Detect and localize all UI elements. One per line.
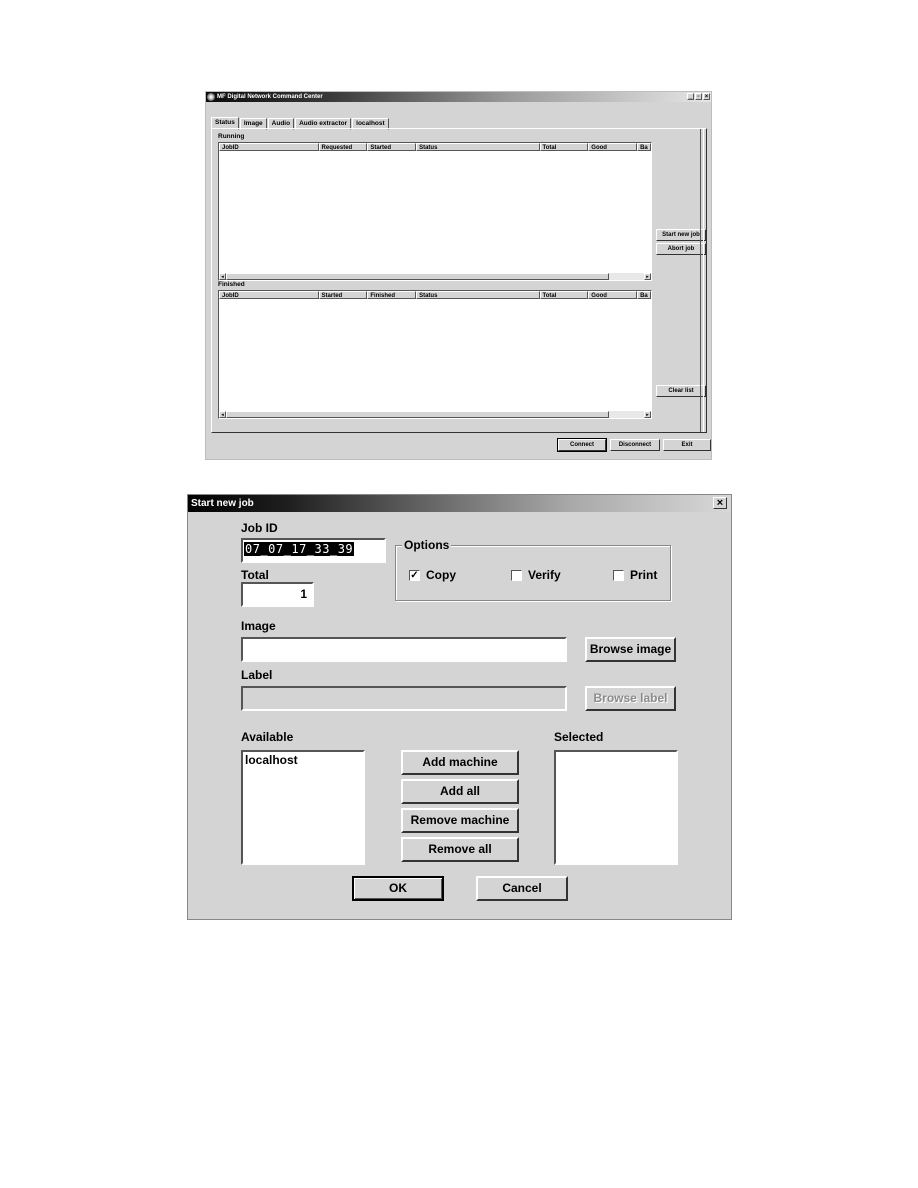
finished-jobs-list[interactable]: JobID Started Finished Status Total Good… <box>218 290 652 419</box>
col-status[interactable]: Status <box>416 291 540 299</box>
list-item[interactable]: localhost <box>243 752 363 768</box>
print-checkbox[interactable]: Print <box>613 568 657 582</box>
job-id-value: 07_07_17_33_39 <box>244 542 355 556</box>
options-label: Options <box>402 538 452 552</box>
start-new-job-dialog: Start new job × Job ID 07_07_17_33_39 To… <box>187 494 732 920</box>
scroll-right-icon[interactable]: ▸ <box>644 273 651 280</box>
connect-button[interactable]: Connect <box>557 438 607 452</box>
col-status[interactable]: Status <box>416 143 540 151</box>
scroll-right-icon[interactable]: ▸ <box>644 411 651 418</box>
copy-label: Copy <box>426 568 456 582</box>
main-window: MF Digital Network Command Center _ ▫ × … <box>205 91 712 460</box>
checkbox-icon <box>613 569 624 581</box>
remove-all-button[interactable]: Remove all <box>401 837 519 862</box>
col-bad[interactable]: Ba <box>637 291 651 299</box>
checkbox-icon <box>511 569 522 581</box>
print-label: Print <box>630 568 658 582</box>
status-tab-panel: Running JobID Requested Started Status T… <box>211 128 707 433</box>
selected-label: Selected <box>554 730 604 744</box>
col-requested[interactable]: Requested <box>318 143 368 151</box>
scroll-thumb[interactable] <box>226 411 609 418</box>
ok-button[interactable]: OK <box>352 876 444 901</box>
copy-checkbox[interactable]: ✓ Copy <box>409 568 456 582</box>
close-icon[interactable]: × <box>703 93 710 100</box>
scroll-left-icon[interactable]: ◂ <box>219 273 226 280</box>
main-title-bar[interactable]: MF Digital Network Command Center _ ▫ × <box>206 92 711 102</box>
label-field-label: Label <box>241 668 273 682</box>
checkmark-icon: ✓ <box>409 569 420 581</box>
label-path-input[interactable] <box>241 686 567 711</box>
dialog-title-bar[interactable]: Start new job × <box>188 495 731 512</box>
verify-label: Verify <box>528 568 561 582</box>
finished-hscrollbar[interactable]: ◂ ▸ <box>219 411 651 418</box>
scroll-thumb[interactable] <box>226 273 609 280</box>
browse-image-button[interactable]: Browse image <box>585 637 676 662</box>
start-new-job-button[interactable]: Start new job <box>656 229 706 241</box>
running-jobs-list[interactable]: JobID Requested Started Status Total Goo… <box>218 142 652 281</box>
browse-label-button[interactable]: Browse label <box>585 686 676 711</box>
col-jobid[interactable]: JobID <box>219 291 319 299</box>
col-started[interactable]: Started <box>367 143 417 151</box>
exit-button[interactable]: Exit <box>663 439 711 451</box>
scroll-left-icon[interactable]: ◂ <box>219 411 226 418</box>
options-group: Options ✓ Copy Verify Print <box>395 538 671 601</box>
selected-machines-list[interactable] <box>554 750 678 865</box>
dialog-title: Start new job <box>191 498 254 509</box>
col-finished[interactable]: Finished <box>367 291 417 299</box>
job-id-label: Job ID <box>241 521 278 535</box>
available-machines-list[interactable]: localhost <box>241 750 365 865</box>
maximize-icon[interactable]: ▫ <box>695 93 702 100</box>
add-all-button[interactable]: Add all <box>401 779 519 804</box>
app-globe-icon <box>207 93 215 101</box>
image-path-input[interactable] <box>241 637 567 662</box>
abort-job-button[interactable]: Abort job <box>656 243 706 255</box>
disconnect-button[interactable]: Disconnect <box>610 439 660 451</box>
clear-list-button[interactable]: Clear list <box>656 385 706 397</box>
col-bad[interactable]: Ba <box>637 143 651 151</box>
main-window-title: MF Digital Network Command Center <box>217 94 323 100</box>
total-label: Total <box>241 568 269 582</box>
col-good[interactable]: Good <box>588 291 638 299</box>
add-machine-button[interactable]: Add machine <box>401 750 519 775</box>
col-started[interactable]: Started <box>318 291 368 299</box>
running-list-header: JobID Requested Started Status Total Goo… <box>219 143 651 151</box>
col-total[interactable]: Total <box>539 291 589 299</box>
minimize-icon[interactable]: _ <box>687 93 694 100</box>
running-label: Running <box>218 133 245 140</box>
col-total[interactable]: Total <box>539 143 589 151</box>
image-label: Image <box>241 619 276 633</box>
remove-machine-button[interactable]: Remove machine <box>401 808 519 833</box>
running-hscrollbar[interactable]: ◂ ▸ <box>219 273 651 280</box>
total-input[interactable]: 1 <box>241 582 314 607</box>
finished-label: Finished <box>218 281 245 288</box>
close-icon[interactable]: × <box>713 497 727 509</box>
job-id-input[interactable]: 07_07_17_33_39 <box>241 538 386 563</box>
cancel-button[interactable]: Cancel <box>476 876 568 901</box>
finished-list-header: JobID Started Finished Status Total Good… <box>219 291 651 299</box>
col-good[interactable]: Good <box>588 143 638 151</box>
col-jobid[interactable]: JobID <box>219 143 319 151</box>
verify-checkbox[interactable]: Verify <box>511 568 561 582</box>
available-label: Available <box>241 730 294 744</box>
panel-divider <box>700 129 704 432</box>
